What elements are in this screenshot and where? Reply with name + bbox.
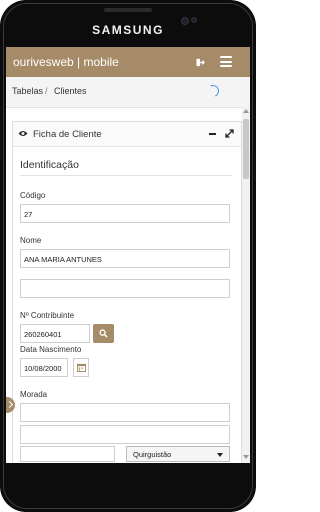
app-title: ourivesweb | mobile [13,55,119,69]
calendar-icon [77,363,86,372]
breadcrumb-clientes[interactable]: Clientes [54,86,87,96]
breadcrumb-separator: / [45,86,48,96]
morada-line1-field[interactable] [20,403,230,422]
codigo-label: Código [20,191,46,200]
screen: ourivesweb | mobile Tabelas / Clientes F… [6,47,250,463]
calendar-button[interactable] [73,358,89,377]
chevron-right-icon [6,400,14,409]
contribuinte-field[interactable]: 260260401 [20,324,90,343]
app-header: ourivesweb | mobile [6,47,250,77]
client-panel: Ficha de Cliente Identificação Código 27… [12,121,242,463]
search-button[interactable] [93,324,114,343]
scrollbar-thumb[interactable] [243,119,249,179]
expand-icon[interactable] [225,129,234,138]
scrollbar[interactable] [242,107,250,463]
loading-spinner-icon [205,83,221,99]
nome-extra-field[interactable] [20,279,230,298]
country-select[interactable]: Quirguistão [126,446,230,462]
device-brand: SAMSUNG [92,23,164,37]
breadcrumb-tabelas[interactable]: Tabelas [12,86,43,96]
nascimento-label: Data Nascimento [20,345,82,354]
hamburger-menu-icon[interactable] [220,56,232,67]
nome-field[interactable]: ANA MARIA ANTUNES [20,249,230,268]
contribuinte-label: Nº Contribuinte [20,311,75,320]
eye-icon [18,131,28,136]
scroll-down-arrow-icon[interactable] [243,455,249,459]
country-select-value: Quirguistão [133,450,172,459]
panel-header: Ficha de Cliente [13,122,241,147]
chevron-down-icon [217,453,223,457]
logout-icon[interactable] [196,58,205,67]
morada-label: Morada [20,390,48,399]
nome-label: Nome [20,236,42,245]
nascimento-field[interactable]: 10/08/2000 [20,358,68,377]
codigo-field[interactable]: 27 [20,204,230,223]
section-title: Identificação [20,159,79,171]
minus-icon[interactable] [209,133,216,135]
power-button [254,150,256,180]
section-divider [20,175,232,176]
scroll-up-arrow-icon[interactable] [243,109,249,113]
breadcrumb: Tabelas / Clientes [6,77,250,108]
panel-title: Ficha de Cliente [33,129,102,140]
phone-speaker [104,8,152,12]
volume-button [0,120,2,160]
search-icon [99,329,108,338]
phone-frame: SAMSUNG ourivesweb | mobile Tabelas / Cl… [0,0,256,512]
postal-code-field[interactable] [20,446,115,462]
morada-line2-field[interactable] [20,425,230,444]
